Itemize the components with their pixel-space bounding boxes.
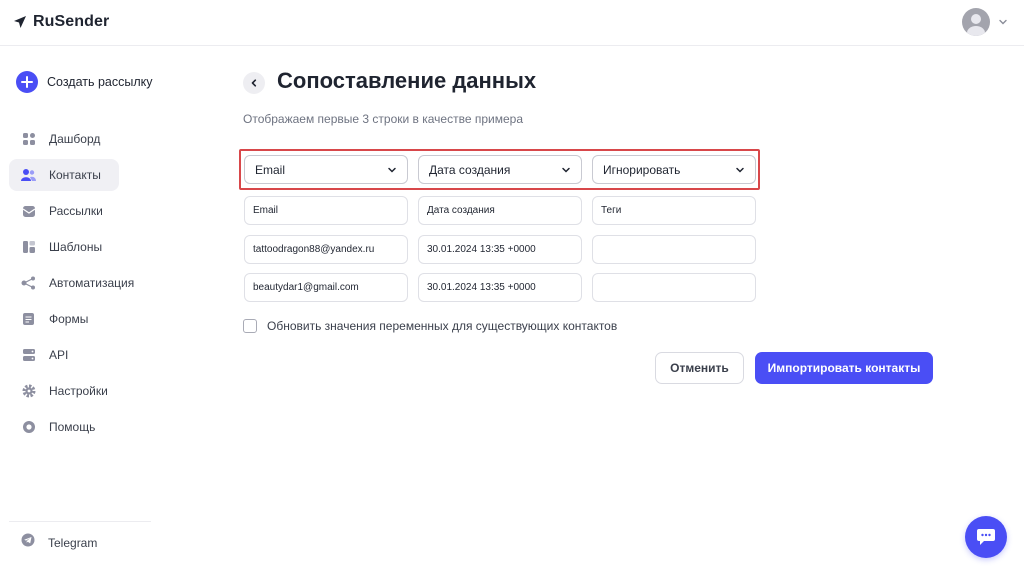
- column-mapping-select-3[interactable]: Игнорировать: [592, 155, 756, 184]
- sample-cell: Теги: [592, 196, 756, 225]
- help-icon: [21, 420, 36, 435]
- chat-icon: [977, 529, 995, 545]
- logo[interactable]: RuSender: [13, 13, 109, 31]
- top-header: RuSender: [0, 0, 1024, 46]
- sample-cell: tattoodragon88@yandex.ru: [244, 235, 408, 264]
- avatar[interactable]: [962, 8, 990, 36]
- import-contacts-button[interactable]: Импортировать контакты: [755, 352, 933, 384]
- update-variables-checkbox-row[interactable]: Обновить значения переменных для существ…: [243, 319, 617, 333]
- sidebar-item-label: Telegram: [48, 535, 98, 550]
- select-value: Дата создания: [429, 162, 511, 177]
- sidebar-item-dashboard[interactable]: Дашборд: [9, 123, 151, 155]
- gear-icon: [21, 384, 36, 399]
- template-icon: [21, 240, 36, 255]
- sidebar-divider: [9, 521, 151, 522]
- chevron-down-icon: [562, 167, 570, 173]
- sample-cell: 30.01.2024 13:35 +0000: [418, 273, 582, 302]
- sample-cell: beautydar1@gmail.com: [244, 273, 408, 302]
- sidebar-item-settings[interactable]: Настройки: [9, 375, 151, 407]
- sidebar-item-forms[interactable]: Формы: [9, 303, 151, 335]
- sample-cell: [592, 273, 756, 302]
- sidebar: Создать рассылку Дашборд Контакты Рассыл…: [0, 47, 160, 569]
- logo-text: RuSender: [33, 13, 110, 30]
- chat-widget-button[interactable]: [965, 516, 1007, 558]
- sidebar-item-label: Настройки: [49, 384, 108, 398]
- automation-icon: [21, 276, 36, 291]
- sidebar-item-telegram[interactable]: Telegram: [21, 533, 97, 552]
- sidebar-item-label: Автоматизация: [49, 276, 135, 290]
- telegram-icon: [21, 533, 35, 552]
- page-subtitle: Отображаем первые 3 строки в качестве пр…: [243, 112, 523, 126]
- create-campaign-label: Создать рассылку: [47, 75, 153, 89]
- api-icon: [21, 348, 36, 363]
- sample-cell: [592, 235, 756, 264]
- update-variables-label: Обновить значения переменных для существ…: [267, 319, 618, 333]
- sidebar-item-label: Помощь: [49, 420, 96, 434]
- sidebar-item-api[interactable]: API: [9, 339, 151, 371]
- chevron-down-icon: [736, 167, 744, 173]
- page-title: Сопоставление данных: [277, 68, 537, 93]
- sidebar-item-automation[interactable]: Автоматизация: [9, 267, 151, 299]
- sidebar-item-contacts[interactable]: Контакты: [9, 159, 119, 191]
- grid-icon: [21, 132, 36, 147]
- sidebar-item-help[interactable]: Помощь: [9, 411, 151, 443]
- sidebar-item-label: API: [49, 348, 69, 362]
- sidebar-nav: Дашборд Контакты Рассылки Шаблоны Автома…: [9, 123, 151, 447]
- column-mapping-select-2[interactable]: Дата создания: [418, 155, 582, 184]
- select-value: Игнорировать: [603, 162, 681, 177]
- form-icon: [21, 312, 36, 327]
- sidebar-item-label: Шаблоны: [49, 240, 103, 254]
- sidebar-item-label: Контакты: [49, 168, 101, 182]
- sidebar-item-label: Формы: [49, 312, 89, 326]
- sample-cell: Дата создания: [418, 196, 582, 225]
- back-button[interactable]: [243, 72, 265, 94]
- create-campaign-button[interactable]: Создать рассылку: [16, 71, 153, 93]
- contacts-icon: [21, 168, 36, 183]
- sidebar-item-templates[interactable]: Шаблоны: [9, 231, 151, 263]
- chevron-down-icon: [388, 167, 396, 173]
- sidebar-item-campaigns[interactable]: Рассылки: [9, 195, 151, 227]
- column-mapping-select-1[interactable]: Email: [244, 155, 408, 184]
- paper-plane-icon: [14, 16, 26, 28]
- plus-icon: [16, 71, 38, 93]
- update-variables-checkbox[interactable]: [243, 319, 257, 333]
- chevron-down-icon[interactable]: [998, 17, 1008, 27]
- cancel-button[interactable]: Отменить: [655, 352, 744, 384]
- select-value: Email: [255, 162, 286, 177]
- sample-cell: Email: [244, 196, 408, 225]
- sample-cell: 30.01.2024 13:35 +0000: [418, 235, 582, 264]
- user-menu[interactable]: [962, 8, 1008, 36]
- chevron-left-icon: [251, 79, 257, 87]
- mail-icon: [21, 204, 36, 219]
- sidebar-item-label: Дашборд: [49, 132, 101, 146]
- sidebar-item-label: Рассылки: [49, 204, 103, 218]
